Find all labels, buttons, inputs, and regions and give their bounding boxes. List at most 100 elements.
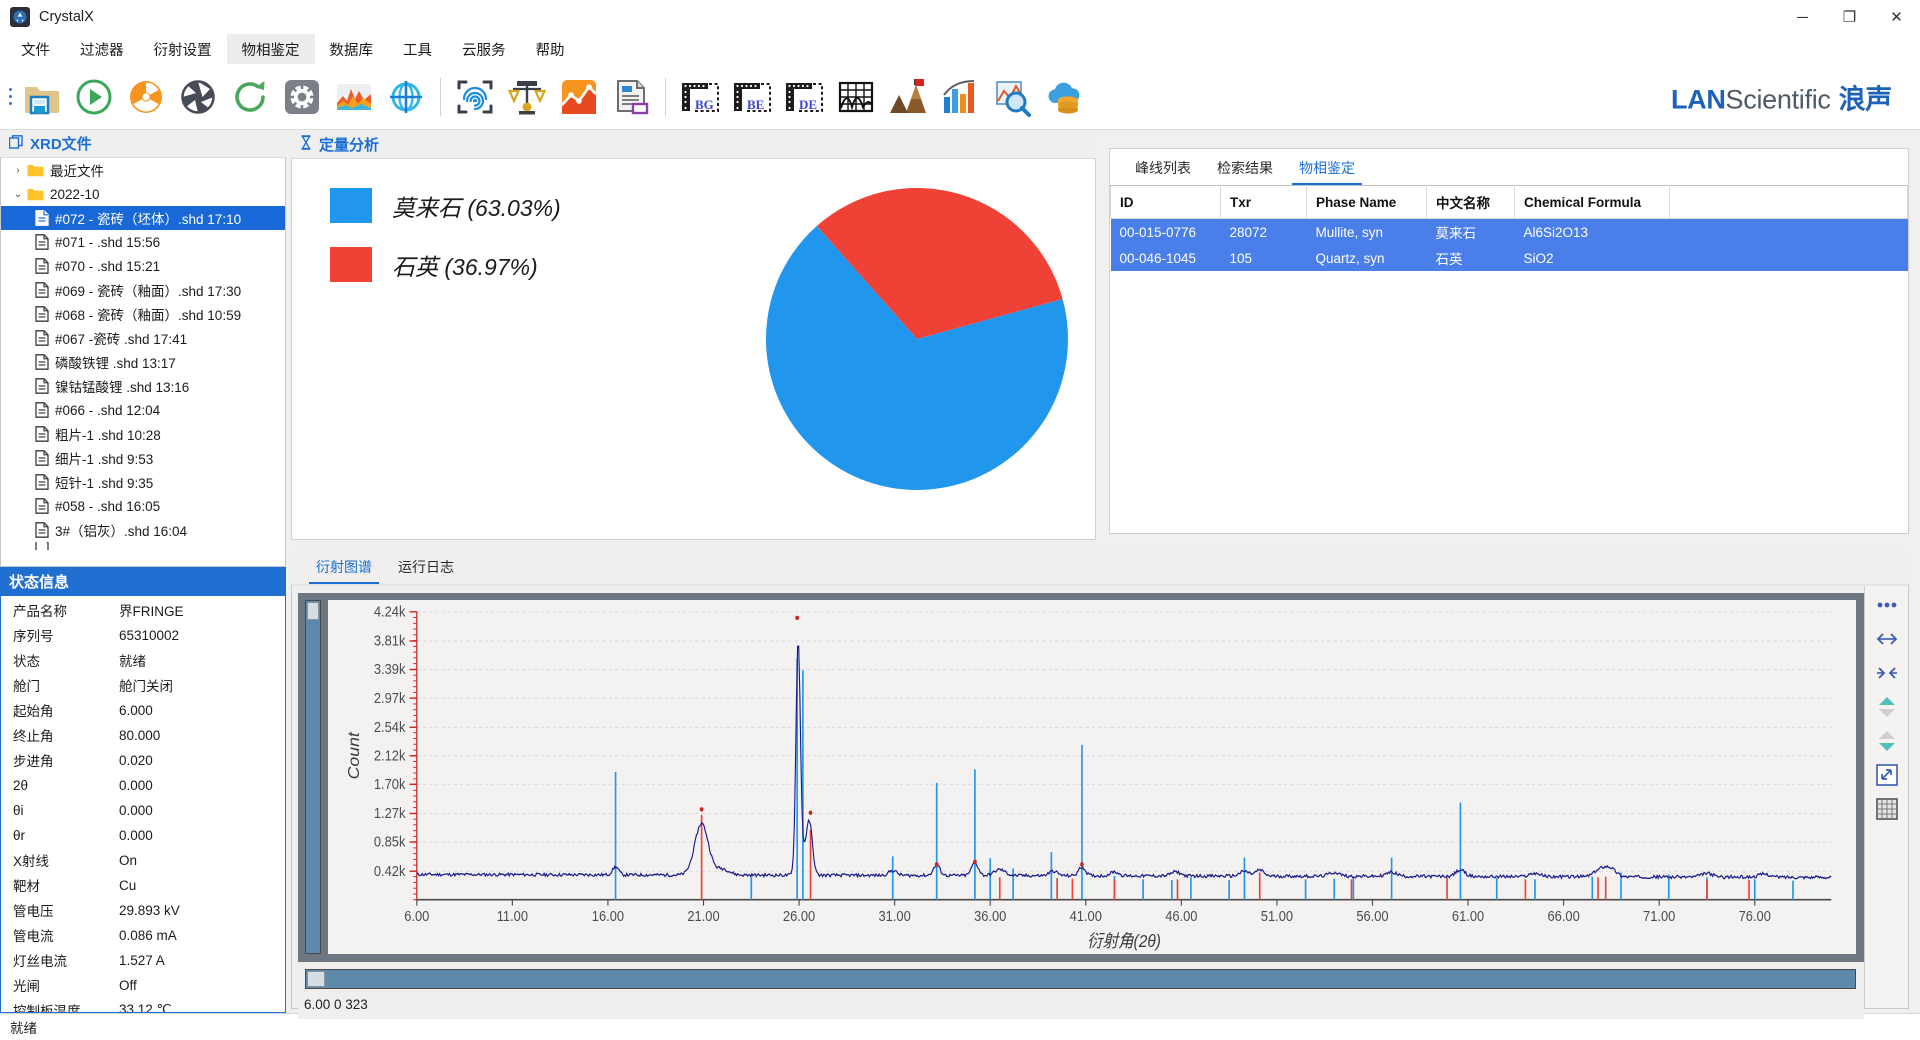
file-icon <box>35 378 49 395</box>
chevron-right-icon[interactable]: › <box>9 165 27 176</box>
tree-file-069[interactable]: #069 - 瓷砖（釉面）.shd 17:30 <box>1 278 285 302</box>
menu-item-file[interactable]: 文件 <box>6 34 65 64</box>
status-key: 终止角 <box>13 729 54 745</box>
col-id[interactable]: ID <box>1110 185 1221 219</box>
tree-file-shortneedle-1[interactable]: 短针-1 .shd 9:35 <box>1 470 285 494</box>
file-icon <box>35 402 49 419</box>
vertical-scrollbar[interactable] <box>305 600 321 954</box>
open-folder-icon[interactable] <box>16 71 68 123</box>
tab-search-results[interactable]: 检索结果 <box>1204 158 1286 185</box>
line-chart-icon[interactable] <box>553 71 605 123</box>
col-chemical-formula[interactable]: Chemical Formula <box>1514 185 1670 219</box>
tree-file-coarse-1[interactable]: 粗片-1 .shd 10:28 <box>1 422 285 446</box>
status-value: Cu <box>119 877 137 893</box>
col-txr[interactable]: Txr <box>1220 185 1307 219</box>
tree-file-3-aluminum-ash[interactable]: 3#（铝灰）.shd 16:04 <box>1 518 285 542</box>
brand-scientific: Scientific <box>1725 84 1831 114</box>
tree-file-fine-1[interactable]: 细片-1 .shd 9:53 <box>1 446 285 470</box>
legend-item-quartz[interactable]: 石英 (36.97%) <box>330 247 538 282</box>
status-value: 80.000 <box>119 727 161 743</box>
file-icon <box>35 234 49 251</box>
more-dots-icon[interactable] <box>1874 594 1900 616</box>
minimize-button[interactable]: ─ <box>1779 0 1826 34</box>
file-icon <box>35 426 49 443</box>
tree-file-066[interactable]: #066 - .shd 12:04 <box>1 398 285 422</box>
scrollbar-thumb[interactable] <box>307 971 325 987</box>
folder-icon <box>27 187 44 201</box>
tree-file-3-aluminum-ash-label: 3#（铝灰）.shd 16:04 <box>55 524 188 540</box>
menu-item-diffraction-settings[interactable]: 衍射设置 <box>139 34 227 64</box>
collapse-vertical-icon[interactable] <box>1874 730 1900 752</box>
target-crosshair-icon[interactable] <box>380 71 432 123</box>
tree-file-partial[interactable] <box>1 542 285 551</box>
menu-item-phase-identification[interactable]: 物相鉴定 <box>226 34 315 64</box>
aperture-icon[interactable] <box>172 71 224 123</box>
tree-file-lifepo4[interactable]: 磷酸铁锂 .shd 13:17 <box>1 350 285 374</box>
scrollbar-thumb[interactable] <box>307 602 319 620</box>
status-key: 状态 <box>13 654 40 670</box>
grid-toggle-icon[interactable] <box>1874 798 1900 820</box>
refresh-icon[interactable] <box>224 71 276 123</box>
quantitative-pie-chart[interactable] <box>717 159 1096 539</box>
tab-phase-identification[interactable]: 物相鉴定 <box>1286 158 1368 185</box>
tree-file-070[interactable]: #070 - .shd 15:21 <box>1 254 285 278</box>
radiation-icon[interactable] <box>120 71 172 123</box>
table-row[interactable]: 00-015-0776 28072 Mullite, syn 莫来石 Al6Si… <box>1110 218 1908 245</box>
table-row[interactable]: 00-046-1045 105 Quartz, syn 石英 SiO2 <box>1110 245 1908 271</box>
xrd-file-tree[interactable]: › 最近文件 ⌄ 2022-10 #072 - 瓷砖（坯体）.shd 17:10 <box>0 158 286 568</box>
mountain-flag-icon[interactable] <box>882 71 934 123</box>
col-phase-name[interactable]: Phase Name <box>1306 185 1427 219</box>
search-zoom-icon[interactable] <box>986 71 1038 123</box>
menu-item-tools[interactable]: 工具 <box>388 34 447 64</box>
svg-text:51.00: 51.00 <box>1261 907 1294 924</box>
de-correction-icon[interactable]: DE <box>778 71 830 123</box>
expand-vertical-icon[interactable] <box>1874 696 1900 718</box>
report-document-icon[interactable] <box>605 71 657 123</box>
tree-file-ncm[interactable]: 镍钴锰酸锂 .shd 13:16 <box>1 374 285 398</box>
tree-file-071[interactable]: #071 - .shd 15:56 <box>1 230 285 254</box>
cloud-database-icon[interactable] <box>1038 71 1090 123</box>
be-correction-icon[interactable]: BE <box>726 71 778 123</box>
grid-curve-icon[interactable] <box>830 71 882 123</box>
col-blank[interactable] <box>1669 185 1908 219</box>
spectrum-plot-area[interactable]: 0.42k 0.85k 1.27k 1.70k 2.12k 2.54k 2.97k 3.39k… <box>328 600 1856 954</box>
balance-scale-icon[interactable] <box>501 71 553 123</box>
bar-gradient-icon[interactable] <box>934 71 986 123</box>
svg-text:66.00: 66.00 <box>1547 907 1580 924</box>
horizontal-scrollbar[interactable] <box>305 969 1856 989</box>
tab-peak-list[interactable]: 峰线列表 <box>1122 158 1204 185</box>
folder-icon <box>27 163 44 177</box>
toolbar-grip[interactable] <box>4 77 16 117</box>
spectrum-chart-icon[interactable] <box>328 71 380 123</box>
tree-file-072[interactable]: #072 - 瓷砖（坯体）.shd 17:10 <box>1 206 285 231</box>
menu-item-filter[interactable]: 过滤器 <box>65 34 139 64</box>
menu-item-cloud-service[interactable]: 云服务 <box>447 34 521 64</box>
collapse-horizontal-icon[interactable] <box>1874 662 1900 684</box>
tree-file-068[interactable]: #068 - 瓷砖（釉面）.shd 10:59 <box>1 302 285 326</box>
menu-item-help[interactable]: 帮助 <box>521 34 580 64</box>
tree-file-058[interactable]: #058 - .shd 16:05 <box>1 494 285 518</box>
fingerprint-scan-icon[interactable] <box>449 71 501 123</box>
status-key: 起始角 <box>13 704 54 720</box>
menu-item-database[interactable]: 数据库 <box>315 34 389 64</box>
tab-run-log[interactable]: 运行日志 <box>385 557 467 584</box>
status-row-step-angle: 步进角 0.020 <box>1 748 285 773</box>
tree-folder-2022-10[interactable]: ⌄ 2022-10 <box>1 182 285 206</box>
legend-item-mullite[interactable]: 莫来石 (63.03%) <box>330 188 561 223</box>
tab-diffraction-pattern[interactable]: 衍射图谱 <box>303 557 385 584</box>
close-button[interactable]: ✕ <box>1873 0 1920 34</box>
expand-horizontal-icon[interactable] <box>1874 628 1900 650</box>
fit-to-screen-icon[interactable] <box>1874 764 1900 786</box>
maximize-button[interactable]: ❐ <box>1826 0 1873 34</box>
play-icon[interactable] <box>68 71 120 123</box>
svg-text:4.24k: 4.24k <box>374 603 406 620</box>
settings-gear-icon[interactable] <box>276 71 328 123</box>
status-key: X射线 <box>13 854 50 870</box>
cell-id: 00-046-1045 <box>1119 250 1197 266</box>
tree-file-067[interactable]: #067 -瓷砖 .shd 17:41 <box>1 326 285 350</box>
chevron-down-icon[interactable]: ⌄ <box>9 189 27 200</box>
bg-correction-icon[interactable]: BG <box>674 71 726 123</box>
svg-text:1.27k: 1.27k <box>374 804 406 821</box>
tree-folder-recent[interactable]: › 最近文件 <box>1 158 285 182</box>
col-chinese-name[interactable]: 中文名称 <box>1426 185 1515 219</box>
